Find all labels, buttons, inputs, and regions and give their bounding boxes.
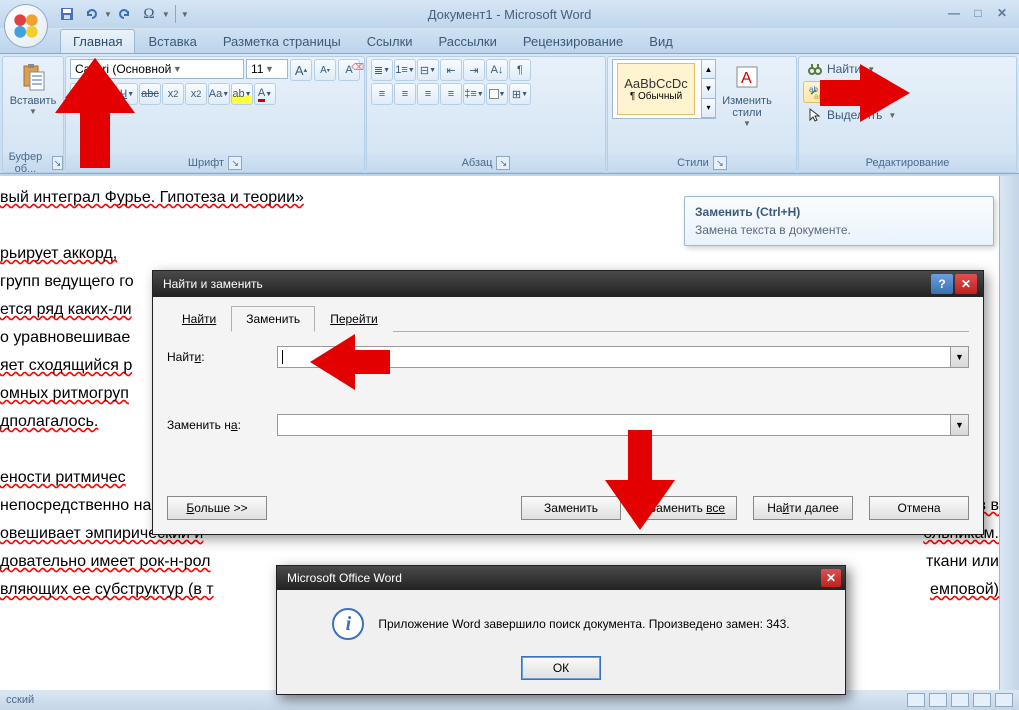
highlight-icon[interactable]: ab▼: [231, 83, 253, 105]
gallery-up-icon[interactable]: ▲: [702, 60, 715, 79]
ribbon-tabs: Главная Вставка Разметка страницы Ссылки…: [0, 28, 1019, 54]
group-styles-label: Стили: [677, 157, 709, 169]
tab-view[interactable]: Вид: [636, 29, 686, 53]
indent-dec-icon[interactable]: ⇤: [440, 59, 462, 81]
shading-icon[interactable]: ▼: [486, 83, 508, 105]
group-styles: AaBbCcDc ¶ Обычный ▲ ▼ ▾ A Изменить стил…: [607, 56, 797, 173]
group-paragraph-label: Абзац: [462, 157, 493, 169]
view-draft-icon[interactable]: [995, 693, 1013, 707]
tab-home[interactable]: Главная: [60, 29, 135, 53]
tooltip-title: Заменить (Ctrl+H): [695, 205, 983, 219]
tab-review[interactable]: Рецензирование: [510, 29, 636, 53]
msgbox-title: Microsoft Office Word: [287, 571, 402, 585]
find-next-button[interactable]: Найти далее: [753, 496, 853, 520]
grow-font-icon[interactable]: A▴: [290, 59, 312, 81]
align-right-icon[interactable]: ≡: [417, 83, 439, 105]
vertical-scrollbar[interactable]: [999, 176, 1019, 690]
status-language[interactable]: сский: [6, 694, 34, 706]
bullets-icon[interactable]: ≣▼: [371, 59, 393, 81]
font-size-combo[interactable]: 11▼: [246, 59, 288, 79]
tooltip-body: Замена текста в документе.: [695, 223, 983, 237]
group-editing-label: Редактирование: [866, 157, 950, 169]
arrow-4: [600, 430, 680, 530]
info-icon: i: [332, 608, 364, 640]
maximize-icon[interactable]: □: [969, 4, 987, 22]
view-outline-icon[interactable]: [973, 693, 991, 707]
align-justify-icon[interactable]: ≡: [440, 83, 462, 105]
svg-text:A: A: [741, 70, 752, 87]
more-button[interactable]: Больше >>: [167, 496, 267, 520]
find-replace-dialog: Найти и заменить ? ✕ Найти Заменить Пере…: [152, 270, 984, 535]
styles-launcher-icon[interactable]: ↘: [713, 156, 727, 170]
msgbox-close-icon[interactable]: ✕: [821, 569, 841, 587]
replace-history-icon[interactable]: ▼: [950, 415, 968, 435]
arrow-3: [310, 332, 390, 392]
dialog-tab-find[interactable]: Найти: [167, 306, 231, 332]
tab-layout[interactable]: Разметка страницы: [210, 29, 354, 53]
pilcrow-icon[interactable]: ¶: [509, 59, 531, 81]
group-paragraph: ≣▼ 1≡▼ ⊟▼ ⇤ ⇥ A↓ ¶ ≡ ≡ ≡ ≡ ‡≡▼ ▼ ⊞▼ Абза…: [366, 56, 606, 173]
ok-button[interactable]: ОК: [521, 656, 601, 680]
style-normal[interactable]: AaBbCcDc ¶ Обычный: [617, 63, 695, 115]
minimize-icon[interactable]: —: [945, 4, 963, 22]
numbering-icon[interactable]: 1≡▼: [394, 59, 416, 81]
align-center-icon[interactable]: ≡: [394, 83, 416, 105]
find-history-icon[interactable]: ▼: [950, 347, 968, 367]
dialog-close-icon[interactable]: ✕: [955, 274, 977, 294]
view-print-layout-icon[interactable]: [907, 693, 925, 707]
cancel-button[interactable]: Отмена: [869, 496, 969, 520]
tab-mailings[interactable]: Рассылки: [426, 29, 510, 53]
group-font-label: Шрифт: [188, 157, 224, 169]
shrink-font-icon[interactable]: A▾: [314, 59, 336, 81]
multilevel-icon[interactable]: ⊟▼: [417, 59, 439, 81]
redo-icon[interactable]: [114, 3, 136, 25]
borders-icon[interactable]: ⊞▼: [509, 83, 531, 105]
find-label: Найти:: [167, 350, 267, 364]
strike-icon[interactable]: abc: [139, 83, 161, 105]
change-case-icon[interactable]: Aa▼: [208, 83, 230, 105]
change-styles-button[interactable]: A Изменить стили ▼: [718, 59, 776, 130]
replace-label: Заменить на:: [167, 418, 267, 432]
styles-gallery[interactable]: AaBbCcDc ¶ Обычный: [612, 59, 702, 119]
paragraph-launcher-icon[interactable]: ↘: [496, 156, 510, 170]
gallery-more-icon[interactable]: ▾: [702, 99, 715, 118]
arrow-2b: [820, 60, 910, 126]
dialog-tab-goto[interactable]: Перейти: [315, 306, 393, 332]
office-button[interactable]: [4, 4, 48, 48]
view-web-icon[interactable]: [951, 693, 969, 707]
arrow-1b: [50, 58, 140, 168]
quick-access-toolbar: ▼ Ω ▼ ▼: [56, 3, 189, 25]
font-color-icon[interactable]: A▼: [254, 83, 276, 105]
align-left-icon[interactable]: ≡: [371, 83, 393, 105]
omega-icon[interactable]: Ω: [138, 3, 160, 25]
save-icon[interactable]: [56, 3, 78, 25]
msgbox-text: Приложение Word завершило поиск документ…: [378, 617, 789, 631]
gallery-down-icon[interactable]: ▼: [702, 79, 715, 98]
undo-icon[interactable]: [80, 3, 102, 25]
dialog-title: Найти и заменить: [163, 277, 263, 291]
tab-insert[interactable]: Вставка: [135, 29, 209, 53]
window-close-icon[interactable]: ✕: [993, 4, 1011, 22]
indent-inc-icon[interactable]: ⇥: [463, 59, 485, 81]
tab-references[interactable]: Ссылки: [354, 29, 426, 53]
replace-tooltip: Заменить (Ctrl+H) Замена текста в докуме…: [684, 196, 994, 246]
sort-icon[interactable]: A↓: [486, 59, 508, 81]
clear-format-icon[interactable]: A⌫: [338, 59, 360, 81]
msgbox-titlebar[interactable]: Microsoft Office Word ✕: [277, 566, 845, 590]
subscript-icon[interactable]: x2: [162, 83, 184, 105]
dialog-titlebar[interactable]: Найти и заменить ? ✕: [153, 271, 983, 297]
font-launcher-icon[interactable]: ↘: [228, 156, 242, 170]
view-fullscreen-icon[interactable]: [929, 693, 947, 707]
message-box: Microsoft Office Word ✕ i Приложение Wor…: [276, 565, 846, 695]
superscript-icon[interactable]: x2: [185, 83, 207, 105]
window-title: Документ1 - Microsoft Word: [428, 7, 592, 22]
dialog-help-icon[interactable]: ?: [931, 274, 953, 294]
dialog-tabs: Найти Заменить Перейти: [167, 305, 969, 332]
line-spacing-icon[interactable]: ‡≡▼: [463, 83, 485, 105]
dialog-tab-replace[interactable]: Заменить: [231, 306, 315, 332]
group-clipboard-label: Буфер об...: [3, 151, 48, 175]
titlebar: ▼ Ω ▼ ▼ Документ1 - Microsoft Word — □ ✕: [0, 0, 1019, 28]
